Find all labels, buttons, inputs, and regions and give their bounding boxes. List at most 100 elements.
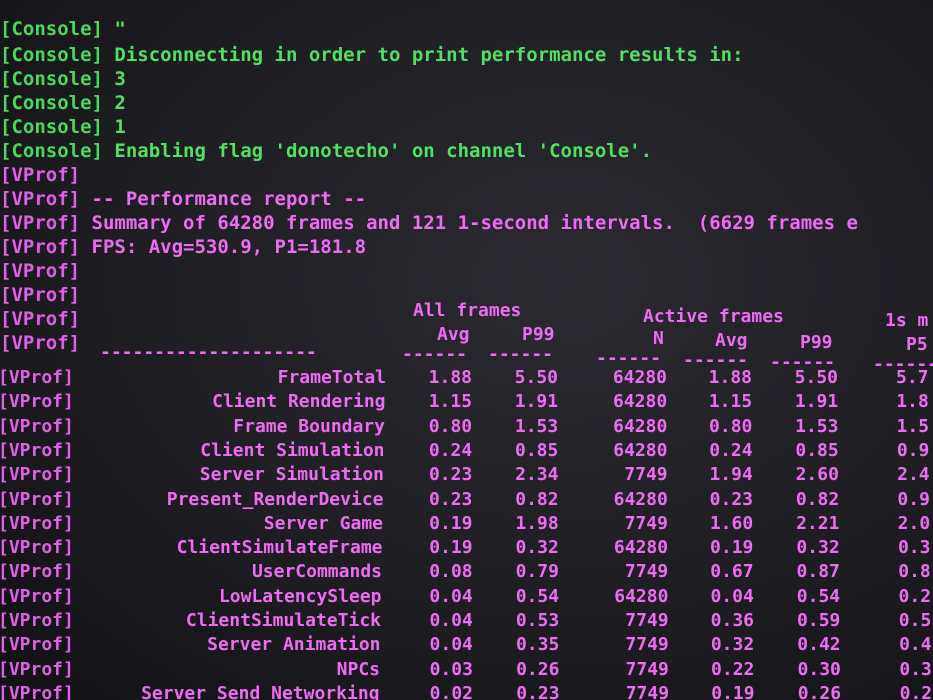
row-p5: 0.8 — [898, 561, 931, 583]
vprof-line: [VProf] — [0, 260, 80, 282]
row-p5: 1.8 — [896, 391, 929, 413]
row-active-avg: 1.15 — [708, 391, 753, 413]
header-p5: P5 — [906, 334, 928, 355]
table-row: [VProf] ClientSimulateFrame 0.19 0.32 64280 0… — [0, 537, 933, 559]
table-row: [VProf] LowLatencySleep 0.04 0.54 64280 0.04 0… — [0, 586, 933, 608]
separator-n: ------ — [596, 348, 662, 369]
row-active-p99: 0.85 — [795, 439, 839, 461]
table-row: [VProf] Server Animation 0.04 0.35 7749 0.32 0… — [0, 634, 933, 656]
console-tag: [Console] — [0, 140, 103, 162]
row-n: 64280 — [613, 439, 668, 461]
vprof-line: [VProf] — [0, 332, 80, 354]
row-avg: 0.80 — [428, 415, 473, 437]
separator-name: -------------------- — [100, 342, 317, 363]
row-name: NPCs — [336, 658, 380, 680]
header-active-p99: P99 — [800, 332, 833, 353]
vprof-tag: [VProf] — [0, 236, 81, 258]
row-active-p99: 0.42 — [797, 634, 841, 656]
row-n: 64280 — [612, 367, 667, 388]
row-avg: 0.19 — [429, 512, 473, 534]
row-name: Present_RenderDevice — [166, 488, 384, 510]
table-row: [VProf] NPCs 0.03 0.26 7749 0.22 0.30 0.3 — [0, 659, 933, 681]
console-line: [Console] Disconnecting in order to prin… — [0, 44, 744, 66]
row-active-avg: 0.04 — [710, 585, 754, 607]
row-avg: 0.24 — [428, 439, 473, 461]
row-active-avg: 0.80 — [709, 415, 753, 437]
row-active-avg: 0.19 — [710, 537, 754, 559]
row-n: 64280 — [612, 391, 668, 413]
vprof-tag: [VProf] — [0, 308, 81, 330]
table-row: [VProf] UserCommands 0.08 0.79 7749 0.67 0.87 0… — [0, 561, 933, 583]
row-active-avg: 0.19 — [711, 682, 755, 700]
row-active-p99: 5.50 — [794, 367, 838, 388]
row-name: ClientSimulateTick — [185, 610, 381, 631]
row-avg: 0.04 — [429, 585, 473, 607]
row-p5: 0.5 — [898, 610, 932, 631]
vprof-line: [VProf] Summary of 64280 frames and 121 … — [0, 212, 858, 234]
separator-avg: ------ — [402, 344, 468, 365]
row-active-avg: 0.32 — [710, 634, 755, 656]
row-active-p99: 0.54 — [796, 585, 841, 607]
console-tag: [Console] — [0, 68, 103, 90]
row-active-p99: 0.87 — [796, 561, 840, 583]
row-name: Server Send Networking — [141, 682, 380, 700]
row-p5: 0.3 — [897, 537, 931, 559]
perf-report-title: -- Performance report -- — [91, 188, 367, 210]
row-avg: 0.23 — [429, 488, 473, 510]
row-n: 64280 — [613, 415, 668, 437]
row-p99: 0.85 — [515, 439, 559, 461]
row-active-avg: 1.88 — [708, 367, 752, 388]
console-text: Enabling flag 'donotecho' on channel 'Co… — [114, 140, 653, 162]
row-active-avg: 0.36 — [710, 610, 754, 631]
row-avg: 0.02 — [429, 682, 474, 700]
table-row: [VProf] FrameTotal 1.88 5.50 64280 1.88 5.50 5.… — [0, 367, 933, 389]
row-p99: 0.82 — [515, 488, 559, 510]
console-line: [Console] 3 — [0, 68, 126, 90]
console-tag: [Console] — [0, 116, 103, 138]
row-p99: 0.53 — [515, 610, 560, 631]
row-n: 64280 — [613, 488, 668, 510]
row-active-p99: 0.82 — [795, 488, 840, 510]
vprof-tag: [VProf] — [0, 415, 74, 437]
header-n: N — [653, 328, 664, 349]
vprof-tag: [VProf] — [0, 284, 81, 306]
table-row: [VProf] Client Simulation 0.24 0.85 64280 0.2… — [0, 440, 933, 462]
console-line: [Console] 2 — [0, 92, 126, 114]
console-text: " — [114, 18, 126, 40]
console-tag: [Console] — [0, 92, 103, 114]
console-tag: [Console] — [0, 18, 103, 40]
vprof-line: [VProf] — [0, 284, 80, 306]
row-p99: 0.35 — [515, 634, 560, 656]
table-row: [VProf] Client Rendering 1.15 1.91 64280 1.15… — [0, 391, 933, 413]
row-name: ClientSimulateFrame — [176, 537, 383, 559]
row-active-p99: 0.59 — [797, 610, 841, 631]
vprof-tag: [VProf] — [0, 391, 74, 413]
vprof-tag: [VProf] — [0, 260, 81, 282]
table-row: [VProf] ClientSimulateTick 0.04 0.53 7749 0.3… — [0, 610, 933, 632]
row-active-p99: 1.53 — [795, 415, 839, 437]
row-name: FrameTotal — [277, 367, 386, 388]
row-active-p99: 0.26 — [797, 682, 842, 700]
fps-summary: FPS: Avg=530.9, P1=181.8 — [91, 236, 367, 258]
row-name: UserCommands — [251, 561, 382, 583]
row-n: 64280 — [613, 537, 669, 559]
row-p5: 0.3 — [899, 658, 932, 680]
row-n: 7749 — [625, 658, 669, 680]
row-active-p99: 0.30 — [797, 658, 841, 680]
console-line: [Console] " — [0, 18, 126, 40]
row-avg: 1.15 — [428, 391, 473, 413]
row-active-p99: 0.32 — [796, 537, 840, 559]
row-p5: 5.7 — [896, 367, 929, 388]
header-active-frames: Active frames — [643, 306, 784, 327]
console-line: [Console] Enabling flag 'donotecho' on c… — [0, 140, 652, 162]
row-p5: 0.2 — [899, 682, 933, 700]
row-avg: 0.03 — [429, 658, 473, 680]
row-p99: 0.23 — [516, 682, 560, 700]
vprof-tag: [VProf] — [0, 464, 74, 486]
console-tag: [Console] — [0, 44, 103, 66]
console-line: [Console] 1 — [0, 116, 126, 138]
vprof-tag: [VProf] — [0, 439, 74, 461]
console-text: 1 — [114, 116, 126, 138]
row-p5: 2.0 — [897, 512, 931, 534]
row-active-avg: 0.67 — [710, 561, 754, 583]
